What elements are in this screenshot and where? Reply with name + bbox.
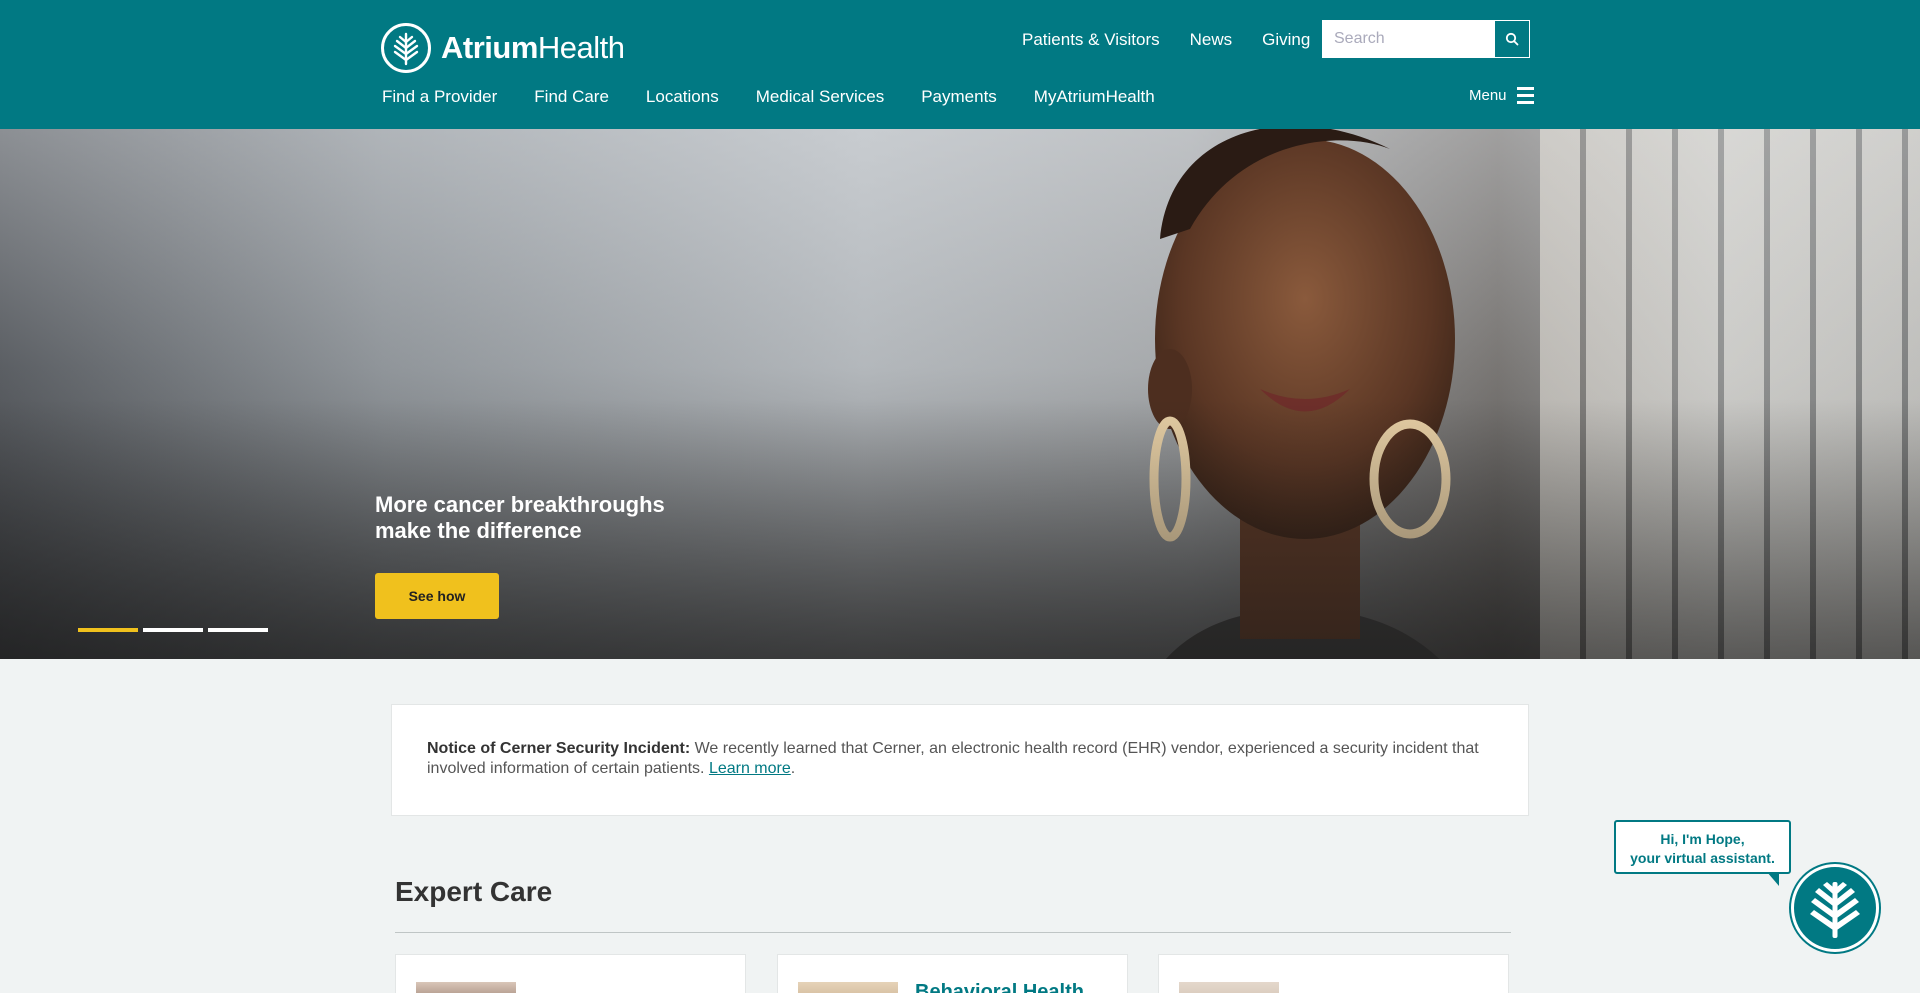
hero-headline-line2: make the difference [375, 518, 582, 543]
learn-more-link[interactable]: Learn more [709, 760, 791, 777]
carousel-indicators [78, 628, 268, 632]
security-notice: Notice of Cerner Security Incident: We r… [391, 704, 1529, 816]
brand-name: AtriumHealth [441, 30, 625, 65]
care-card-image [798, 982, 898, 993]
care-card-behavioral-health[interactable]: Behavioral Health [777, 954, 1128, 993]
search-icon [1505, 32, 1519, 46]
care-card-title: Behavioral Health [915, 981, 1084, 993]
nav-locations[interactable]: Locations [646, 87, 719, 107]
util-link-giving[interactable]: Giving [1262, 30, 1310, 50]
section-divider [395, 932, 1511, 933]
leaf-logo-icon [381, 23, 431, 73]
hero-carousel [0, 129, 1920, 659]
carousel-dot-3[interactable] [208, 628, 268, 632]
menu-button[interactable]: Menu [1469, 87, 1534, 104]
carousel-dot-1[interactable] [78, 628, 138, 632]
search-input[interactable] [1322, 20, 1494, 58]
hamburger-icon [1516, 87, 1534, 104]
see-how-button[interactable]: See how [375, 573, 499, 619]
search-button[interactable] [1494, 20, 1530, 58]
site-header: AtriumHealth Patients & Visitors News Gi… [0, 0, 1920, 129]
menu-label: Menu [1469, 87, 1507, 104]
nav-myatriumhealth[interactable]: MyAtriumHealth [1034, 87, 1155, 107]
care-card-image [416, 982, 516, 993]
search-box [1322, 20, 1530, 60]
nav-find-a-provider[interactable]: Find a Provider [382, 87, 497, 107]
expert-care-heading: Expert Care [395, 876, 553, 907]
virtual-assistant-button[interactable] [1791, 864, 1879, 952]
leaf-logo-icon [1810, 882, 1860, 938]
notice-trail: . [790, 760, 796, 777]
hero-headline: More cancer breakthroughs make the diffe… [375, 492, 715, 544]
nav-find-care[interactable]: Find Care [534, 87, 609, 107]
assistant-greeting-line1: Hi, I'm Hope, [1660, 831, 1745, 847]
main-nav: Find a Provider Find Care Locations Medi… [382, 87, 1155, 107]
notice-label: Notice of Cerner Security Incident: [427, 740, 691, 757]
utility-nav: Patients & Visitors News Giving [1022, 30, 1310, 50]
nav-payments[interactable]: Payments [921, 87, 997, 107]
nav-medical-services[interactable]: Medical Services [756, 87, 885, 107]
carousel-dot-2[interactable] [143, 628, 203, 632]
care-card-image [1179, 982, 1279, 993]
util-link-news[interactable]: News [1190, 30, 1233, 50]
assistant-greeting-line2: your virtual assistant. [1630, 850, 1775, 866]
hero-headline-line1: More cancer breakthroughs [375, 492, 665, 517]
assistant-greeting-bubble[interactable]: Hi, I'm Hope, your virtual assistant. [1614, 820, 1791, 886]
care-card-3[interactable] [1158, 954, 1509, 993]
util-link-patients-visitors[interactable]: Patients & Visitors [1022, 30, 1160, 50]
hero-overlay [0, 399, 1920, 659]
care-card-1[interactable] [395, 954, 746, 993]
atrium-health-logo[interactable]: AtriumHealth [381, 23, 625, 73]
